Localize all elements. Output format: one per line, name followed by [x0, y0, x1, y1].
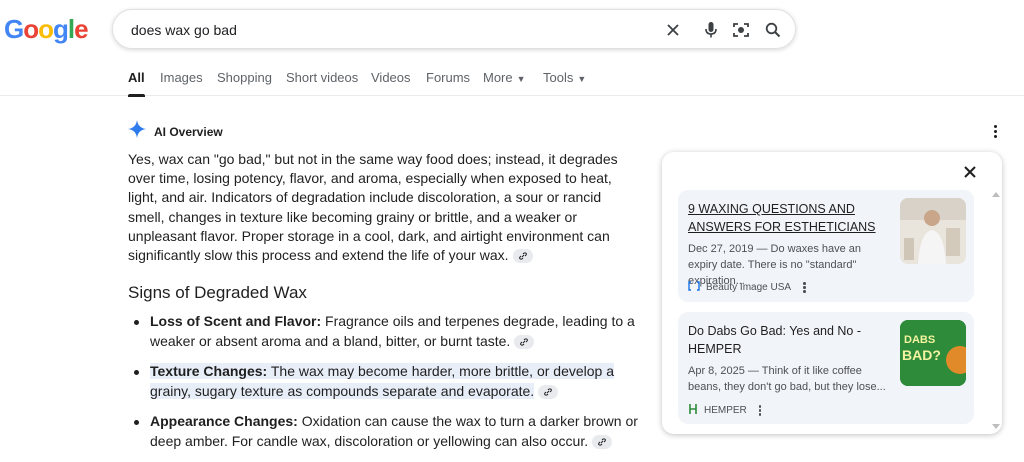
caret-down-icon: ▼ — [516, 74, 526, 84]
link-chip-icon[interactable] — [592, 434, 613, 449]
thumb-text: DABS — [904, 334, 936, 346]
bullet-term: Appearance Changes: — [150, 413, 298, 429]
close-icon[interactable] — [958, 160, 982, 184]
list-item: Loss of Scent and Flavor: Fragrance oils… — [128, 312, 638, 351]
source-title[interactable]: 9 WAXING QUESTIONS AND ANSWERS FOR ESTHE… — [688, 200, 878, 236]
link-chip-icon[interactable] — [512, 249, 533, 264]
section-heading: Signs of Degraded Wax — [128, 283, 307, 302]
source-name: HEMPER — [704, 405, 747, 416]
source-attribution: Beauty Image USA — [688, 281, 806, 294]
search-tabs: All Images Shopping Short videos Videos … — [0, 64, 1024, 97]
logo-letter: g — [53, 14, 69, 44]
search-box — [112, 9, 796, 49]
link-chip-icon[interactable] — [538, 384, 559, 399]
thumbnail-image — [900, 198, 966, 264]
tab-all[interactable]: All — [128, 70, 145, 97]
logo-letter: G — [4, 14, 24, 44]
hemper-logo-icon — [688, 403, 698, 418]
tab-shopping[interactable]: Shopping — [217, 70, 272, 85]
paragraph-text: Yes, wax can "go bad," but not in the sa… — [128, 151, 618, 264]
tab-label: Shopping — [217, 70, 272, 85]
source-title[interactable]: Do Dabs Go Bad: Yes and No - HEMPER — [688, 322, 878, 358]
panel-scrollbar[interactable] — [992, 192, 1000, 432]
tab-label: Forums — [426, 70, 471, 85]
tab-videos[interactable]: Videos — [371, 70, 411, 85]
tab-label: Videos — [371, 70, 411, 85]
tab-forums[interactable]: Forums — [426, 70, 470, 85]
ai-overview-title: AI Overview — [154, 124, 223, 139]
search-input[interactable] — [129, 19, 653, 41]
tab-more[interactable]: More ▼ — [483, 70, 526, 85]
list-item: Appearance Changes: Oxidation can cause … — [128, 412, 638, 451]
more-options-icon[interactable] — [758, 405, 762, 416]
tab-tools[interactable]: Tools ▼ — [543, 70, 586, 85]
more-options-icon[interactable] — [988, 122, 1002, 140]
google-logo[interactable]: Google — [4, 14, 89, 45]
source-snippet: Apr 8, 2025 — Think of it like coffee be… — [688, 365, 886, 393]
logo-letter: e — [74, 14, 89, 44]
clear-icon[interactable] — [663, 20, 683, 40]
tab-images[interactable]: Images — [160, 70, 203, 85]
link-chip-icon[interactable] — [514, 334, 535, 349]
tab-label: Short videos — [286, 70, 359, 85]
thumbnail-image: DABS BAD? — [900, 320, 966, 386]
source-card-beauty-image[interactable]: 9 WAXING QUESTIONS AND ANSWERS FOR ESTHE… — [678, 190, 974, 302]
source-attribution: HEMPER — [688, 403, 762, 418]
source-card-hemper[interactable]: Do Dabs Go Bad: Yes and No - HEMPER Apr … — [678, 312, 974, 424]
caret-down-icon: ▼ — [577, 74, 587, 84]
logo-letter: o — [38, 14, 54, 44]
brackets-icon — [688, 281, 700, 294]
tab-label: Tools — [543, 70, 574, 85]
ai-overview-paragraph: Yes, wax can "go bad," but not in the sa… — [128, 150, 638, 265]
logo-letter: o — [23, 14, 39, 44]
more-options-icon[interactable] — [803, 282, 806, 293]
camera-lens-icon[interactable] — [731, 20, 751, 40]
bullet-term: Loss of Scent and Flavor: — [150, 313, 322, 329]
tab-label: More — [483, 70, 513, 85]
signs-list: Loss of Scent and Flavor: Fragrance oils… — [128, 312, 638, 462]
tab-label: All — [128, 70, 145, 85]
bullet-term: Texture Changes: — [150, 363, 268, 379]
thumb-text: BAD? — [902, 347, 941, 363]
search-icon[interactable] — [763, 20, 783, 40]
tab-label: Images — [160, 70, 203, 85]
source-name: Beauty Image USA — [706, 282, 792, 293]
ai-overview-header: AI Overview — [128, 120, 223, 143]
tab-short-videos[interactable]: Short videos — [286, 70, 358, 85]
sources-panel: 9 WAXING QUESTIONS AND ANSWERS FOR ESTHE… — [662, 152, 1002, 434]
list-item: Texture Changes: The wax may become hard… — [128, 362, 638, 401]
gemini-sparkle-icon — [128, 120, 146, 143]
microphone-icon[interactable] — [701, 20, 721, 40]
